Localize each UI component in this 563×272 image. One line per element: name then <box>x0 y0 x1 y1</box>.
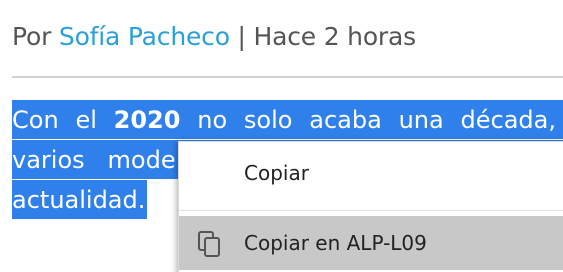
word: actualidad. <box>12 186 146 214</box>
word: Con <box>12 106 59 134</box>
selected-text[interactable]: Con el 2020 no solo acaba una década, <box>12 100 563 139</box>
copy-label: Copiar <box>244 161 309 185</box>
word-bold: 2020 <box>113 106 181 134</box>
word: una <box>398 106 444 134</box>
context-menu: Copiar Copiar en ALP-L09 <box>178 141 563 272</box>
copy-to-device-menu-item[interactable]: Copiar en ALP-L09 <box>179 216 563 270</box>
copy-icon <box>197 230 223 258</box>
article-line: Con el 2020 no solo acaba una década, <box>12 100 563 140</box>
word: solo <box>243 106 293 134</box>
byline-divider <box>12 76 563 78</box>
author-link[interactable]: Sofía Pacheco <box>59 22 230 51</box>
byline-prefix: Por <box>12 22 52 51</box>
copy-to-device-label: Copiar en ALP-L09 <box>244 231 427 255</box>
word: mode <box>107 146 176 174</box>
publish-time: Hace 2 horas <box>253 22 417 51</box>
byline-separator: | <box>237 22 246 51</box>
word: el <box>75 106 97 134</box>
word: no <box>197 106 228 134</box>
article-page: Por Sofía Pacheco | Hace 2 horas Con el … <box>0 0 563 272</box>
word: acaba <box>309 106 382 134</box>
word: varios <box>12 146 85 174</box>
selected-text[interactable]: actualidad. <box>12 180 148 219</box>
menu-separator <box>179 210 563 211</box>
copy-menu-item[interactable]: Copiar <box>179 146 563 200</box>
word: década, <box>460 106 556 134</box>
article-byline: Por Sofía Pacheco | Hace 2 horas <box>12 22 416 51</box>
